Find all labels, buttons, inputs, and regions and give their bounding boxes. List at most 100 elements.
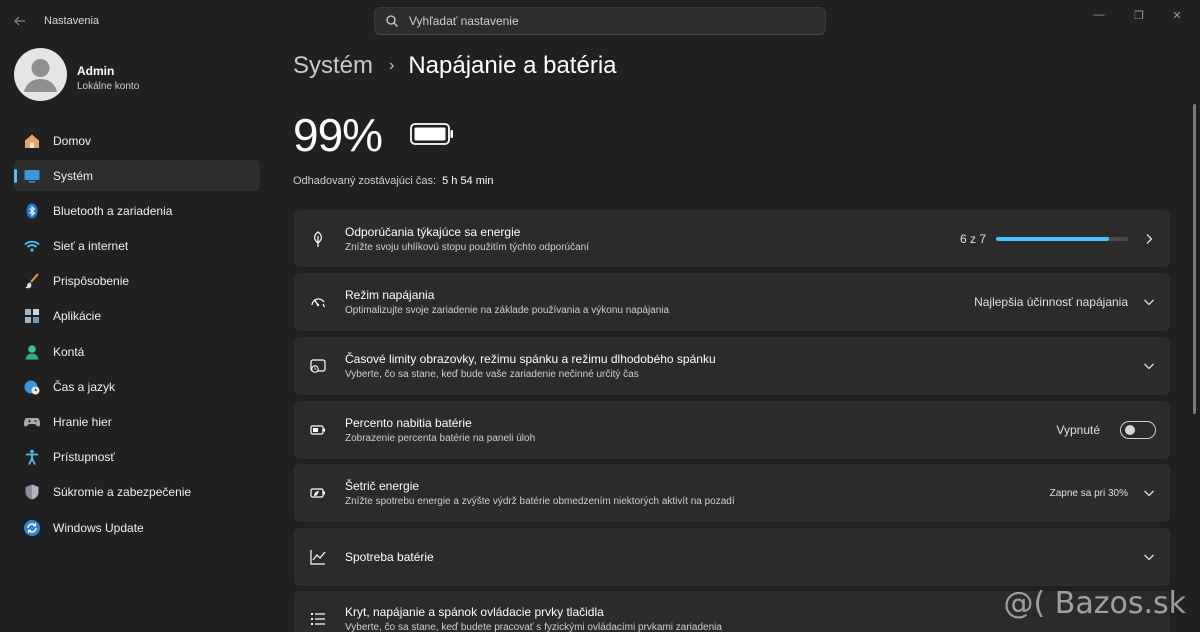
energy-saver-title: Šetrič energie bbox=[345, 479, 420, 493]
user-avatar-icon bbox=[24, 59, 57, 92]
battery-pct-state: Vypnuté bbox=[1056, 423, 1100, 437]
toggle-knob bbox=[1125, 425, 1135, 435]
remaining-value: 5 h 54 min bbox=[442, 175, 494, 187]
apps-icon bbox=[23, 307, 41, 325]
screen-sleep-timeouts-card[interactable]: Časové limity obrazovky, režimu spánku a… bbox=[294, 337, 1170, 395]
energy-recommendations-card[interactable]: Odporúčania týkajúce sa energie Znížte s… bbox=[294, 210, 1170, 267]
power-mode-card[interactable]: Režim napájania Optimalizujte svoje zari… bbox=[294, 273, 1170, 331]
energy-desc: Znížte svoju uhlíkovú stopu použitím týc… bbox=[345, 241, 590, 253]
lid-title: Kryt, napájanie a spánok ovládacie prvky… bbox=[345, 605, 604, 619]
bluetooth-icon bbox=[23, 202, 41, 220]
sidebar-item-time-language[interactable]: Čas a jazyk bbox=[14, 371, 260, 402]
battery-pct-toggle[interactable] bbox=[1120, 421, 1156, 439]
search-icon bbox=[386, 15, 398, 27]
power-mode-title: Režim napájania bbox=[345, 288, 435, 302]
search-input[interactable] bbox=[409, 14, 789, 28]
power-mode-value: Najlepšia účinnosť napájania bbox=[974, 295, 1128, 309]
sidebar-item-label: Windows Update bbox=[53, 520, 144, 535]
sidebar-item-accounts[interactable]: Kontá bbox=[14, 336, 260, 367]
accessibility-icon bbox=[23, 448, 41, 466]
energy-progress-bar bbox=[996, 236, 1128, 241]
battery-percentage: 99% bbox=[293, 109, 383, 161]
battery-pct-title: Percento nabitia batérie bbox=[345, 416, 472, 430]
clock-globe-icon bbox=[23, 378, 41, 396]
timeouts-title: Časové limity obrazovky, režimu spánku a… bbox=[345, 352, 716, 366]
estimated-time-remaining: Odhadovaný zostávajúci čas: 5 h 54 min bbox=[293, 175, 493, 187]
sidebar-item-bluetooth[interactable]: Bluetooth a zariadenia bbox=[14, 195, 260, 226]
profile-name: Admin bbox=[77, 64, 115, 78]
sidebar-item-label: Domov bbox=[53, 133, 92, 148]
lid-desc: Vyberte, čo sa stane, keď budete pracova… bbox=[345, 622, 722, 632]
gamepad-icon bbox=[23, 413, 41, 431]
screen-sleep-icon bbox=[308, 356, 328, 376]
sidebar-item-label: Kontá bbox=[53, 344, 85, 359]
close-button[interactable]: ✕ bbox=[1154, 0, 1200, 30]
wifi-icon bbox=[23, 237, 41, 255]
page-title: Napájanie a batéria bbox=[408, 52, 617, 79]
sidebar-item-network[interactable]: Sieť a internet bbox=[14, 231, 260, 262]
battery-percentage-card: Percento nabitia batérie Zobrazenie perc… bbox=[294, 401, 1170, 459]
sidebar-item-personalization[interactable]: Prispôsobenie bbox=[14, 266, 260, 297]
sidebar-item-label: Sieť a internet bbox=[53, 239, 129, 254]
sidebar-item-label: Súkromie a zabezpečenie bbox=[53, 485, 192, 500]
battery-charging-icon bbox=[308, 420, 328, 440]
battery-full-icon bbox=[410, 123, 453, 145]
chart-icon bbox=[308, 547, 328, 567]
sidebar-item-gaming[interactable]: Hranie hier bbox=[14, 407, 260, 438]
chevron-down-icon bbox=[1144, 363, 1154, 370]
scrollbar[interactable] bbox=[1193, 104, 1196, 414]
sidebar-item-system[interactable]: Systém bbox=[14, 160, 260, 192]
sidebar-item-privacy[interactable]: Súkromie a zabezpečenie bbox=[14, 477, 260, 508]
power-mode-icon bbox=[308, 292, 328, 312]
energy-title: Odporúčania týkajúce sa energie bbox=[345, 224, 521, 239]
sidebar-item-label: Prístupnosť bbox=[53, 450, 115, 465]
leaf-icon bbox=[308, 229, 328, 249]
title-bar: Nastavenia — ❐ ✕ bbox=[0, 0, 1200, 42]
sidebar-item-label: Prispôsobenie bbox=[53, 274, 130, 289]
sidebar-item-home[interactable]: Domov bbox=[14, 125, 260, 156]
sidebar-item-label: Hranie hier bbox=[53, 415, 112, 429]
sidebar-item-apps[interactable]: Aplikácie bbox=[14, 301, 260, 332]
battery-pct-desc: Zobrazenie percenta batérie na paneli úl… bbox=[345, 433, 536, 444]
breadcrumb: Systém › Napájanie a batéria bbox=[293, 52, 617, 80]
system-icon bbox=[23, 167, 41, 185]
chevron-down-icon bbox=[1144, 490, 1154, 497]
list-settings-icon bbox=[308, 609, 328, 629]
maximize-icon: ❐ bbox=[1134, 9, 1144, 22]
energy-saver-value: Zapne sa pri 30% bbox=[1049, 487, 1128, 499]
sidebar-nav: Domov Systém Bluetooth a zariadenia Sieť… bbox=[14, 125, 260, 547]
battery-usage-card[interactable]: Spotreba batérie bbox=[294, 528, 1170, 586]
sidebar-item-accessibility[interactable]: Prístupnosť bbox=[14, 442, 260, 473]
chevron-down-icon bbox=[1144, 299, 1154, 306]
breadcrumb-parent-system[interactable]: Systém bbox=[293, 52, 373, 80]
home-icon bbox=[23, 132, 41, 150]
energy-saver-desc: Znížte spotrebu energie a zvýšte výdrž b… bbox=[345, 496, 735, 507]
back-button[interactable] bbox=[8, 9, 32, 33]
energy-saver-icon bbox=[308, 483, 328, 503]
power-mode-dropdown[interactable]: Najlepšia účinnosť napájania bbox=[974, 295, 1156, 309]
app-title: Nastavenia bbox=[44, 15, 100, 27]
sidebar-item-label: Čas a jazyk bbox=[53, 379, 116, 394]
sidebar-item-label: Systém bbox=[53, 168, 94, 183]
search-box[interactable] bbox=[374, 7, 826, 35]
avatar[interactable] bbox=[14, 48, 67, 101]
minimize-icon: — bbox=[1093, 9, 1105, 21]
brush-icon bbox=[23, 272, 41, 290]
energy-progress-fill bbox=[996, 236, 1110, 241]
sidebar-item-windows-update[interactable]: Windows Update bbox=[14, 512, 260, 543]
arrow-left-icon bbox=[14, 16, 25, 26]
remaining-label: Odhadovaný zostávajúci čas: bbox=[293, 175, 437, 187]
battery-usage-title: Spotreba batérie bbox=[345, 550, 434, 564]
update-icon bbox=[23, 519, 41, 537]
shield-icon bbox=[23, 483, 41, 501]
chevron-down-icon bbox=[1144, 554, 1154, 561]
breadcrumb-separator-icon: › bbox=[389, 57, 395, 74]
chevron-right-icon bbox=[1146, 233, 1153, 244]
sidebar-item-label: Aplikácie bbox=[53, 309, 102, 324]
energy-saver-card[interactable]: Šetrič energie Znížte spotrebu energie a… bbox=[294, 464, 1170, 522]
watermark: @( Bazos.sk bbox=[1003, 586, 1186, 621]
account-icon bbox=[23, 343, 41, 361]
sidebar-item-label: Bluetooth a zariadenia bbox=[53, 203, 173, 218]
timeouts-desc: Vyberte, čo sa stane, keď bude vaše zari… bbox=[345, 369, 639, 380]
profile-account-type: Lokálne konto bbox=[77, 81, 140, 92]
